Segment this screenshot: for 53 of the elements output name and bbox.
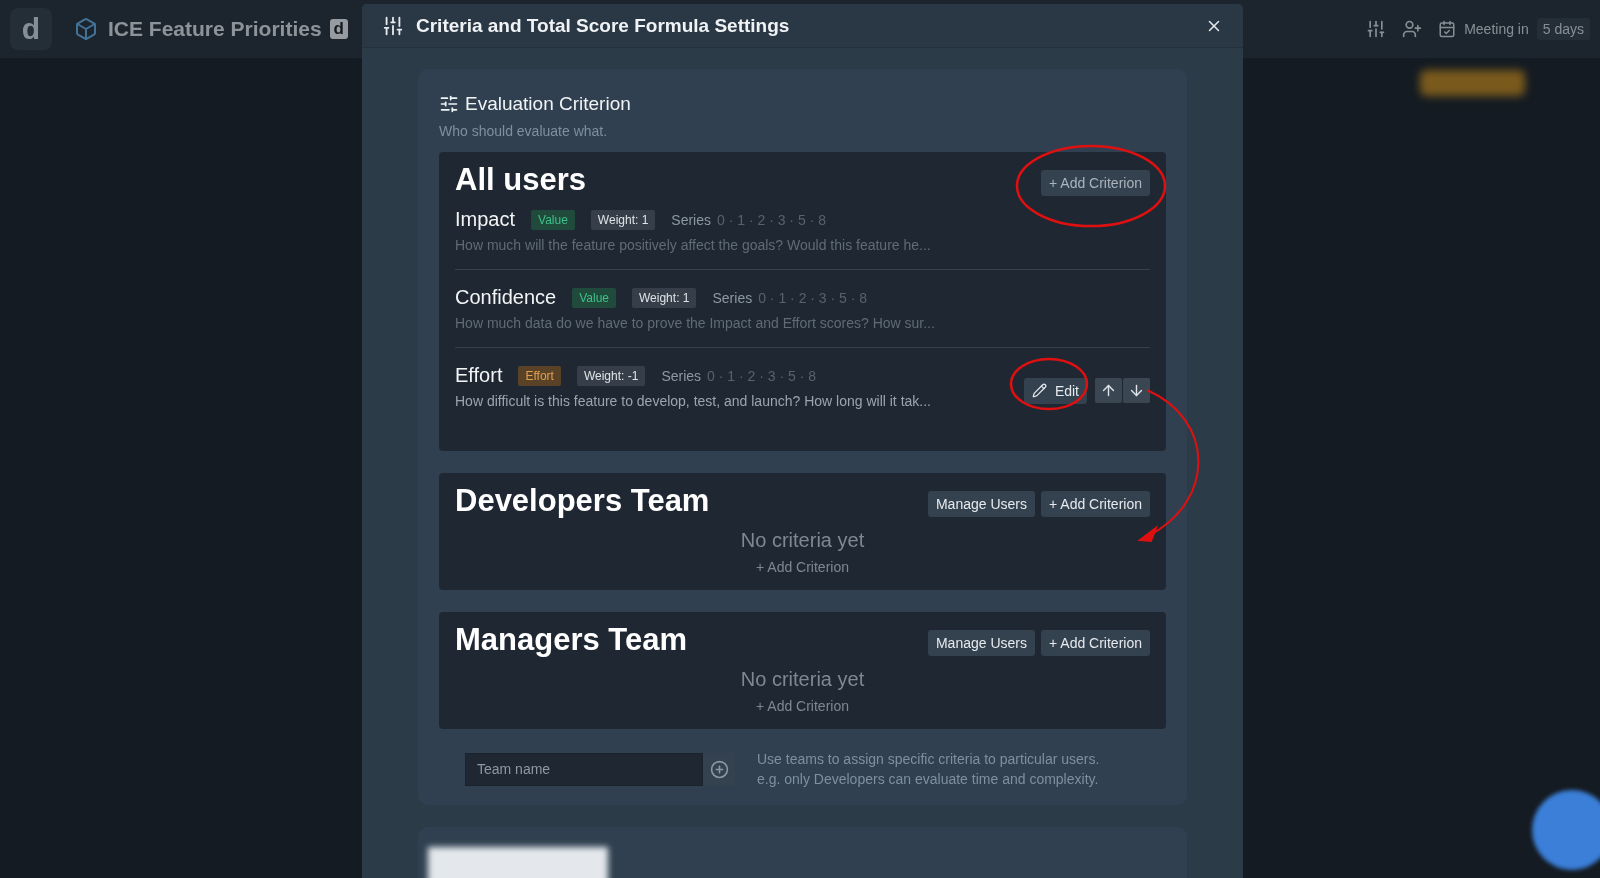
sliders-icon[interactable] xyxy=(1366,19,1387,39)
group-action-button[interactable]: Manage Users xyxy=(927,491,1035,517)
series-label: Series xyxy=(671,211,711,228)
hint-text: e.g. only Developers can evaluate time and complexity. xyxy=(757,771,1100,787)
group-action-button[interactable]: Manage Users xyxy=(927,630,1035,656)
empty-message: No criteria yet xyxy=(740,529,865,552)
weight-tag: Weight: 1 xyxy=(632,287,697,308)
meeting-days: 5 days xyxy=(1536,18,1590,40)
add-criterion-link[interactable]: + Add Criterion xyxy=(750,697,855,715)
plus-circle-icon xyxy=(709,759,729,779)
series-values: 0 · 1 · 2 · 3 · 5 · 8 xyxy=(717,211,826,228)
section-title: Evaluation Criterion xyxy=(465,93,631,115)
group-name: Managers Team xyxy=(455,622,687,658)
hint-text: Use teams to assign specific criteria to particular users. xyxy=(757,751,1100,767)
dialog-title: Criteria and Total Score Formula Settings xyxy=(416,14,790,37)
series-values: 0 · 1 · 2 · 3 · 5 · 8 xyxy=(707,367,816,384)
pencil-icon xyxy=(1031,383,1047,398)
add-team-button[interactable] xyxy=(703,752,735,786)
criterion-name: Confidence xyxy=(455,286,557,309)
series-values: 0 · 1 · 2 · 3 · 5 · 8 xyxy=(758,289,868,306)
move-down-button[interactable] xyxy=(1123,378,1150,403)
team-name-field[interactable]: Team name xyxy=(465,752,703,786)
series-label: Series xyxy=(712,289,753,306)
group-name: All users xyxy=(455,162,586,198)
group-action-button[interactable]: + Add Criterion xyxy=(1041,170,1150,196)
cube-icon xyxy=(74,17,98,41)
app-logo: d xyxy=(10,8,52,50)
criterion-description: How much will the feature positively affect the goals? Would this feature he... xyxy=(455,237,932,253)
title-badge: d xyxy=(329,19,348,39)
group-action-button[interactable]: + Add Criterion xyxy=(1041,491,1150,517)
criterion-name: Impact xyxy=(455,208,516,231)
sliders-icon xyxy=(439,94,459,114)
section-subtitle: Who should evaluate what. xyxy=(439,123,609,139)
add-user-icon[interactable] xyxy=(1402,19,1423,39)
move-up-button[interactable] xyxy=(1095,378,1122,403)
type-tag: Value xyxy=(531,209,575,230)
calendar-icon xyxy=(1438,20,1457,38)
sliders-icon xyxy=(382,14,404,37)
group-action-button[interactable]: + Add Criterion xyxy=(1041,630,1150,656)
criterion-description: How difficult is this feature to develop, test, and launch? How long will it tak... xyxy=(455,393,932,409)
edit-button[interactable]: Edit xyxy=(1023,377,1087,404)
criterion-name: Effort xyxy=(455,364,503,387)
add-criterion-link[interactable]: + Add Criterion xyxy=(750,558,855,576)
type-tag: Effort xyxy=(518,365,561,386)
type-tag: Value xyxy=(572,287,616,308)
weight-tag: Weight: 1 xyxy=(590,209,656,230)
app-title: ICE Feature Priorities xyxy=(108,17,322,41)
criterion-description: How much data do we have to prove the Impact and Effort scores? How sur... xyxy=(455,315,936,331)
group-name: Developers Team xyxy=(455,483,710,519)
meeting-label: Meeting in xyxy=(1464,21,1529,37)
weight-tag: Weight: -1 xyxy=(576,365,646,386)
series-label: Series xyxy=(661,367,702,384)
empty-message: No criteria yet xyxy=(740,668,865,691)
